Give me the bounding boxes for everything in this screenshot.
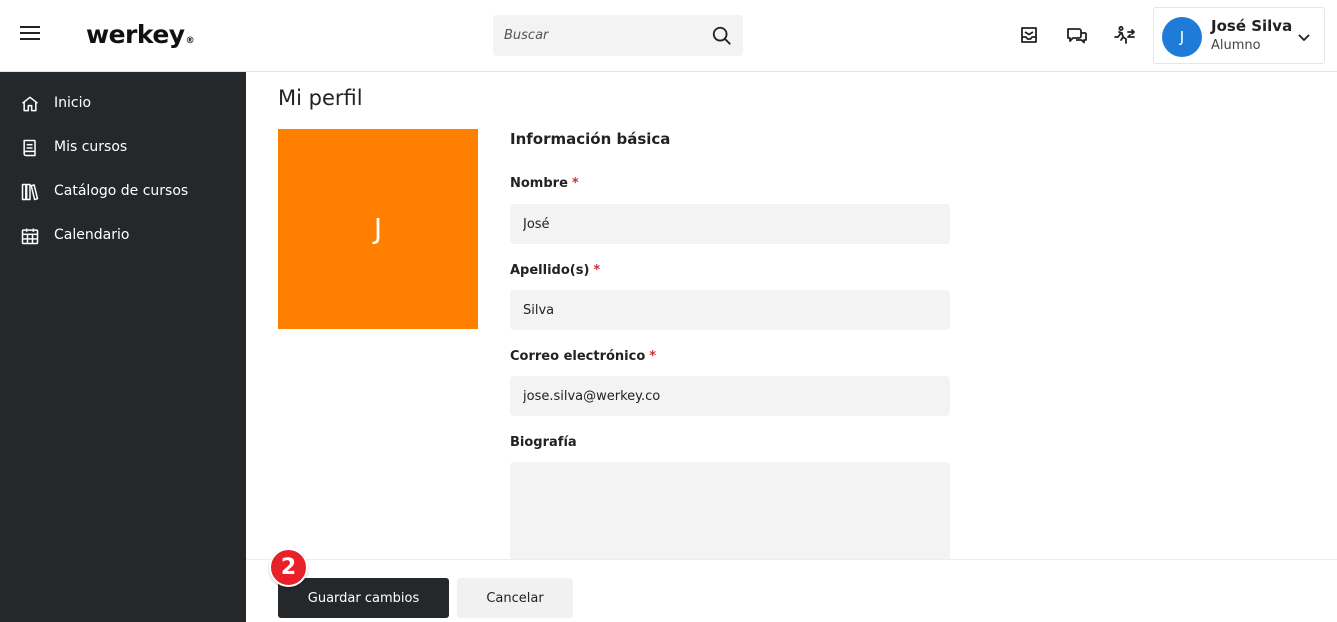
required-marker: * [593, 263, 601, 278]
sidebar-item-inicio[interactable]: Inicio [0, 84, 246, 124]
last-name-field[interactable] [510, 290, 950, 330]
last-name-label-text: Apellido(s) [510, 263, 590, 278]
main-content: Mi perfil J Información básica Nombre* A… [246, 72, 1337, 622]
sidebar-item-mis-cursos[interactable]: Mis cursos [0, 128, 246, 168]
sidebar-item-label: Calendario [54, 227, 130, 243]
action-bar: Guardar cambios Cancelar [246, 559, 1337, 622]
sidebar-item-label: Catálogo de cursos [54, 183, 189, 199]
first-name-field[interactable] [510, 204, 950, 244]
sidebar-item-label: Inicio [54, 95, 92, 111]
cancel-button[interactable]: Cancelar [457, 578, 573, 618]
first-name-label-text: Nombre [510, 176, 568, 191]
save-button[interactable]: Guardar cambios [278, 578, 449, 618]
inbox-icon[interactable] [1017, 24, 1041, 48]
hamburger-menu-icon[interactable] [20, 26, 40, 44]
user-role: Alumno [1211, 38, 1261, 53]
activity-swap-icon[interactable] [1113, 24, 1137, 48]
logo[interactable]: werkey® [86, 20, 195, 49]
email-label-text: Correo electrónico [510, 349, 646, 364]
search-icon[interactable] [711, 25, 733, 47]
search-box [493, 15, 743, 56]
top-bar: werkey® J José Silva Alumno [0, 0, 1337, 72]
user-menu[interactable]: J José Silva Alumno [1153, 7, 1325, 64]
chat-icon[interactable] [1065, 24, 1089, 48]
first-name-label: Nombre * [510, 176, 579, 191]
search-input[interactable] [493, 15, 703, 56]
library-icon [21, 183, 39, 201]
calendar-icon [21, 228, 39, 245]
sidebar: Inicio Mis cursos Catálogo de cursos Cal… [0, 72, 246, 622]
chevron-down-icon[interactable] [1296, 29, 1312, 45]
required-marker: * [571, 176, 579, 191]
profile-picture[interactable]: J [278, 129, 478, 329]
avatar: J [1162, 17, 1202, 57]
sidebar-item-calendario[interactable]: Calendario [0, 216, 246, 256]
logo-registered-mark: ® [185, 36, 195, 46]
logo-text: werkey [86, 20, 185, 49]
home-icon [22, 96, 38, 112]
section-title: Información básica [510, 130, 671, 148]
email-label: Correo electrónico * [510, 349, 656, 364]
page-title: Mi perfil [278, 86, 363, 110]
bio-label: Biografía [510, 435, 577, 450]
step-badge: 2 [269, 548, 308, 587]
email-field[interactable] [510, 376, 950, 416]
required-marker: * [649, 349, 657, 364]
sidebar-item-catalogo[interactable]: Catálogo de cursos [0, 172, 246, 212]
user-name: José Silva [1211, 17, 1293, 35]
last-name-label: Apellido(s) * [510, 263, 600, 278]
sidebar-item-label: Mis cursos [54, 139, 128, 155]
book-icon [23, 139, 36, 157]
